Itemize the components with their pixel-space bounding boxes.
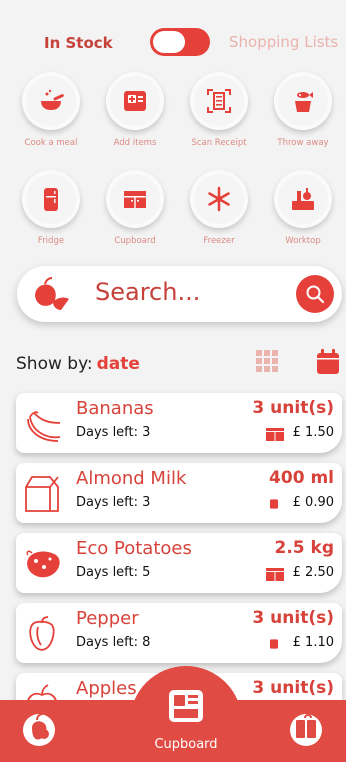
pepper-icon [29, 616, 55, 651]
cupboard-icon [106, 170, 164, 228]
action-throw-away[interactable]: Throw away [262, 72, 344, 148]
action-label: Add items [113, 138, 157, 148]
storage-freezer[interactable]: Freezer [178, 170, 260, 246]
storage-cupboard[interactable]: Cupboard [94, 170, 176, 246]
banana-icon [27, 411, 61, 442]
item-days-left: Days left: 5 [76, 565, 151, 580]
storage-label: Freezer [203, 236, 235, 246]
trash-fish-icon [274, 72, 332, 130]
item-price: £ 0.90 [292, 495, 334, 510]
item-name: Eco Potatoes [76, 538, 192, 559]
stock-toggle-row: In Stock Shopping Lists [0, 28, 346, 58]
storage-label: Fridge [37, 236, 65, 246]
stock-shopping-switch[interactable] [150, 28, 210, 56]
grid-view-icon[interactable] [255, 349, 279, 373]
item-quantity: 2.5 kg [274, 538, 334, 558]
item-price: £ 1.50 [292, 425, 334, 440]
action-label: Throw away [277, 138, 329, 148]
sort-control[interactable]: Show by: date [16, 354, 140, 374]
storage-fridge[interactable]: Fridge [10, 170, 92, 246]
storage-label: Cupboard [114, 236, 156, 246]
stock-nav-icon[interactable] [22, 708, 56, 748]
action-label: Cook a meal [24, 138, 78, 148]
search-button[interactable] [296, 275, 334, 313]
item-quantity: 3 unit(s) [252, 398, 334, 418]
cupboard-nav-icon[interactable] [166, 688, 206, 724]
cooking-pot-icon [22, 72, 80, 130]
item-days-left: Days left: 8 [76, 635, 151, 650]
app-screen: In Stock Shopping Lists Cook a meal Add … [0, 0, 346, 762]
action-scan-receipt[interactable]: Scan Receipt [178, 72, 260, 148]
item-name: Almond Milk [76, 468, 187, 489]
item-price: £ 2.50 [292, 565, 334, 580]
item-name: Apples [76, 678, 137, 699]
scan-receipt-icon [190, 72, 248, 130]
fridge-icon [270, 639, 278, 649]
fridge-icon [22, 170, 80, 228]
cupboard-icon [266, 568, 284, 581]
calendar-icon[interactable] [316, 349, 340, 375]
add-items-icon [106, 72, 164, 130]
list-item[interactable]: Almond Milk Days left: 3 400 ml £ 0.90 [16, 463, 342, 523]
item-name: Pepper [76, 608, 139, 629]
search-bar[interactable]: Search... [17, 266, 342, 322]
item-quantity: 3 unit(s) [252, 608, 334, 628]
switch-knob [153, 31, 185, 53]
action-cook-meal[interactable]: Cook a meal [10, 72, 92, 148]
storage-worktop[interactable]: Worktop [262, 170, 344, 246]
list-item[interactable]: Bananas Days left: 3 3 unit(s) £ 1.50 [16, 393, 342, 453]
fridge-icon [270, 499, 278, 509]
list-item[interactable]: Eco Potatoes Days left: 5 2.5 kg £ 2.50 [16, 533, 342, 593]
search-icon [306, 285, 325, 304]
list-item[interactable]: Pepper Days left: 8 3 unit(s) £ 1.10 [16, 603, 342, 663]
item-quantity: 400 ml [269, 468, 334, 488]
storage-label: Worktop [285, 236, 321, 246]
action-label: Scan Receipt [191, 138, 247, 148]
vegetables-icon [35, 277, 69, 310]
sort-label: Show by: [16, 354, 93, 374]
item-days-left: Days left: 3 [76, 495, 151, 510]
milk-carton-icon [25, 476, 59, 512]
sort-value[interactable]: date [97, 354, 140, 374]
shopping-lists-label[interactable]: Shopping Lists [229, 33, 338, 51]
snowflake-icon [190, 170, 248, 228]
item-quantity: 3 unit(s) [252, 678, 334, 698]
search-input[interactable]: Search... [95, 278, 200, 306]
item-name: Bananas [76, 398, 154, 419]
worktop-icon [274, 170, 332, 228]
potato-icon [26, 550, 60, 578]
recipes-nav-icon[interactable] [288, 708, 324, 748]
action-add-items[interactable]: Add items [94, 72, 176, 148]
in-stock-label[interactable]: In Stock [44, 34, 113, 52]
cupboard-nav-label[interactable]: Cupboard [130, 737, 242, 752]
cupboard-icon [266, 428, 284, 441]
item-price: £ 1.10 [292, 635, 334, 650]
item-days-left: Days left: 3 [76, 425, 151, 440]
